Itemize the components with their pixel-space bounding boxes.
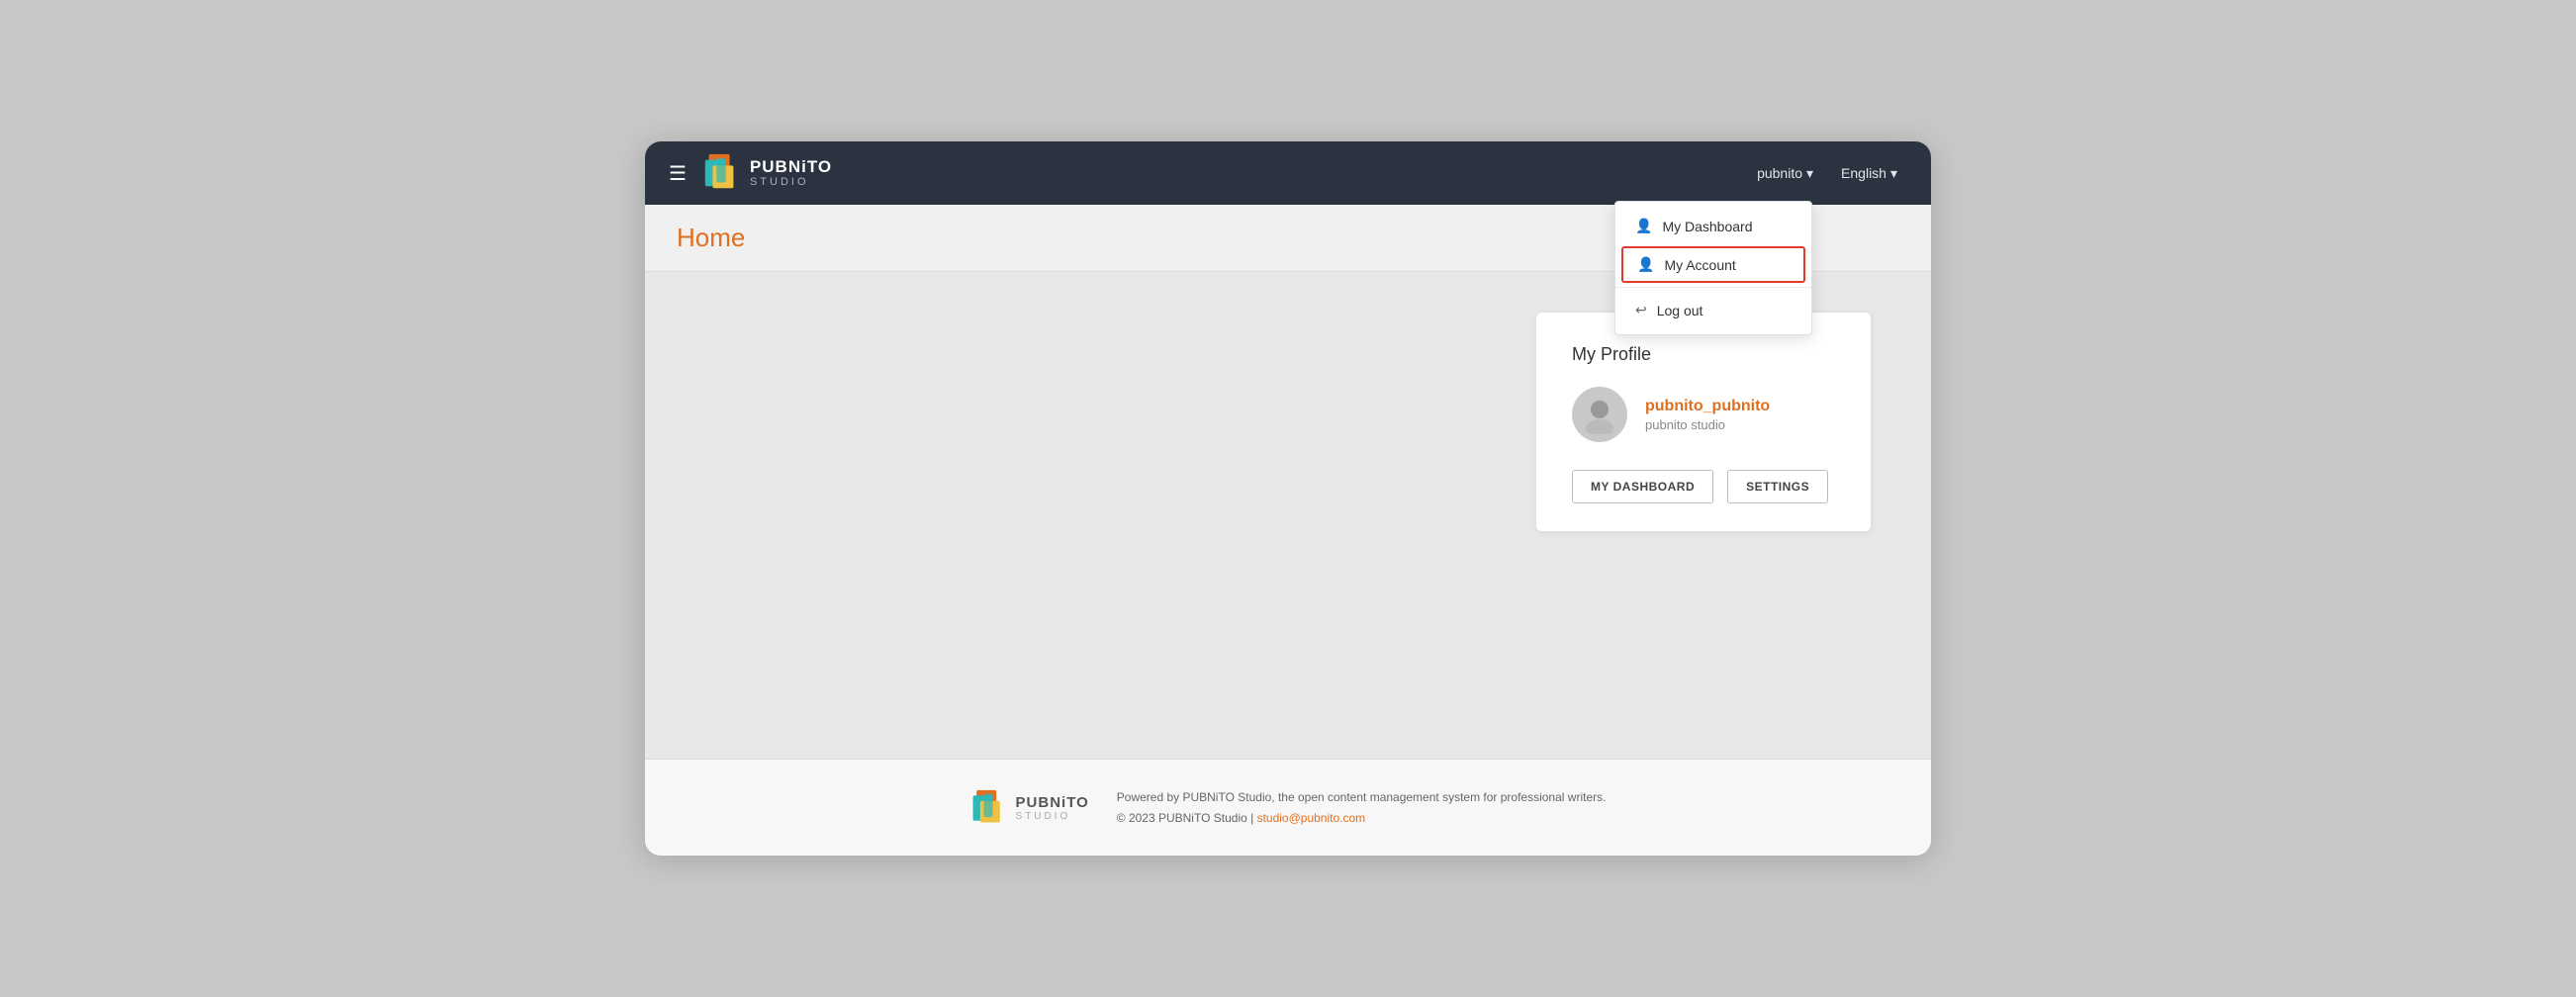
footer-info: Powered by PUBNiTO Studio, the open cont… — [1117, 787, 1607, 828]
user-label: pubnito — [1757, 165, 1802, 181]
nav-right: pubnito ▾ English ▾ — [1747, 159, 1907, 188]
brand-name: PUBNiTO — [750, 158, 832, 177]
logout-label: Log out — [1657, 303, 1703, 318]
profile-actions: MY DASHBOARD SETTINGS — [1572, 470, 1835, 503]
dropdown-item-my-dashboard[interactable]: 👤 My Dashboard — [1615, 208, 1811, 244]
footer-copyright: © 2023 PUBNiTO Studio | studio@pubnito.c… — [1117, 808, 1607, 828]
logo-area: PUBNiTO STUDIO — [702, 152, 832, 194]
footer-logo: PUBNiTO STUDIO — [970, 788, 1089, 828]
user-icon: 👤 — [1635, 218, 1652, 234]
user-menu-button[interactable]: pubnito ▾ — [1747, 159, 1823, 188]
lang-label: English — [1841, 165, 1886, 181]
footer-logo-icon — [970, 788, 1006, 828]
dropdown-item-my-account[interactable]: 👤 My Account — [1621, 246, 1805, 283]
navbar: ☰ PUBNiTO STUDIO pubnito ▾ English ▾ — [645, 141, 1931, 205]
hamburger-menu[interactable]: ☰ — [669, 161, 687, 186]
user-dropdown-menu: 👤 My Dashboard 👤 My Account ↩ Log out — [1614, 201, 1812, 335]
footer: PUBNiTO STUDIO Powered by PUBNiTO Studio… — [645, 759, 1931, 856]
my-dashboard-label: My Dashboard — [1662, 219, 1752, 234]
footer-brand: PUBNiTO — [1016, 794, 1089, 811]
user-info: pubnito_pubnito pubnito studio — [1645, 398, 1770, 432]
footer-powered-by: Powered by PUBNiTO Studio, the open cont… — [1117, 787, 1607, 807]
logo-icon — [702, 152, 740, 194]
footer-sub: STUDIO — [1016, 811, 1089, 822]
lang-chevron-icon: ▾ — [1890, 165, 1897, 182]
language-button[interactable]: English ▾ — [1831, 159, 1907, 188]
username: pubnito_pubnito — [1645, 398, 1770, 415]
user-chevron-icon: ▾ — [1806, 165, 1813, 182]
my-account-label: My Account — [1664, 257, 1735, 273]
footer-email[interactable]: studio@pubnito.com — [1257, 811, 1366, 825]
logout-icon: ↩ — [1635, 302, 1647, 318]
logo-text: PUBNiTO STUDIO — [750, 158, 832, 189]
browser-window: ☰ PUBNiTO STUDIO pubnito ▾ English ▾ — [645, 141, 1931, 856]
profile-card: My Profile pubnito_pubnito pubnito studi… — [1535, 312, 1872, 532]
settings-button[interactable]: SETTINGS — [1727, 470, 1828, 503]
brand-sub: STUDIO — [750, 176, 832, 188]
dropdown-divider — [1615, 287, 1811, 288]
avatar — [1572, 387, 1627, 442]
user-description: pubnito studio — [1645, 417, 1770, 432]
account-icon: 👤 — [1637, 256, 1654, 273]
footer-logo-text: PUBNiTO STUDIO — [1016, 794, 1089, 822]
my-dashboard-button[interactable]: MY DASHBOARD — [1572, 470, 1713, 503]
profile-user-row: pubnito_pubnito pubnito studio — [1572, 387, 1835, 442]
avatar-icon — [1580, 395, 1619, 434]
profile-card-title: My Profile — [1572, 344, 1835, 365]
dropdown-item-logout[interactable]: ↩ Log out — [1615, 292, 1811, 328]
